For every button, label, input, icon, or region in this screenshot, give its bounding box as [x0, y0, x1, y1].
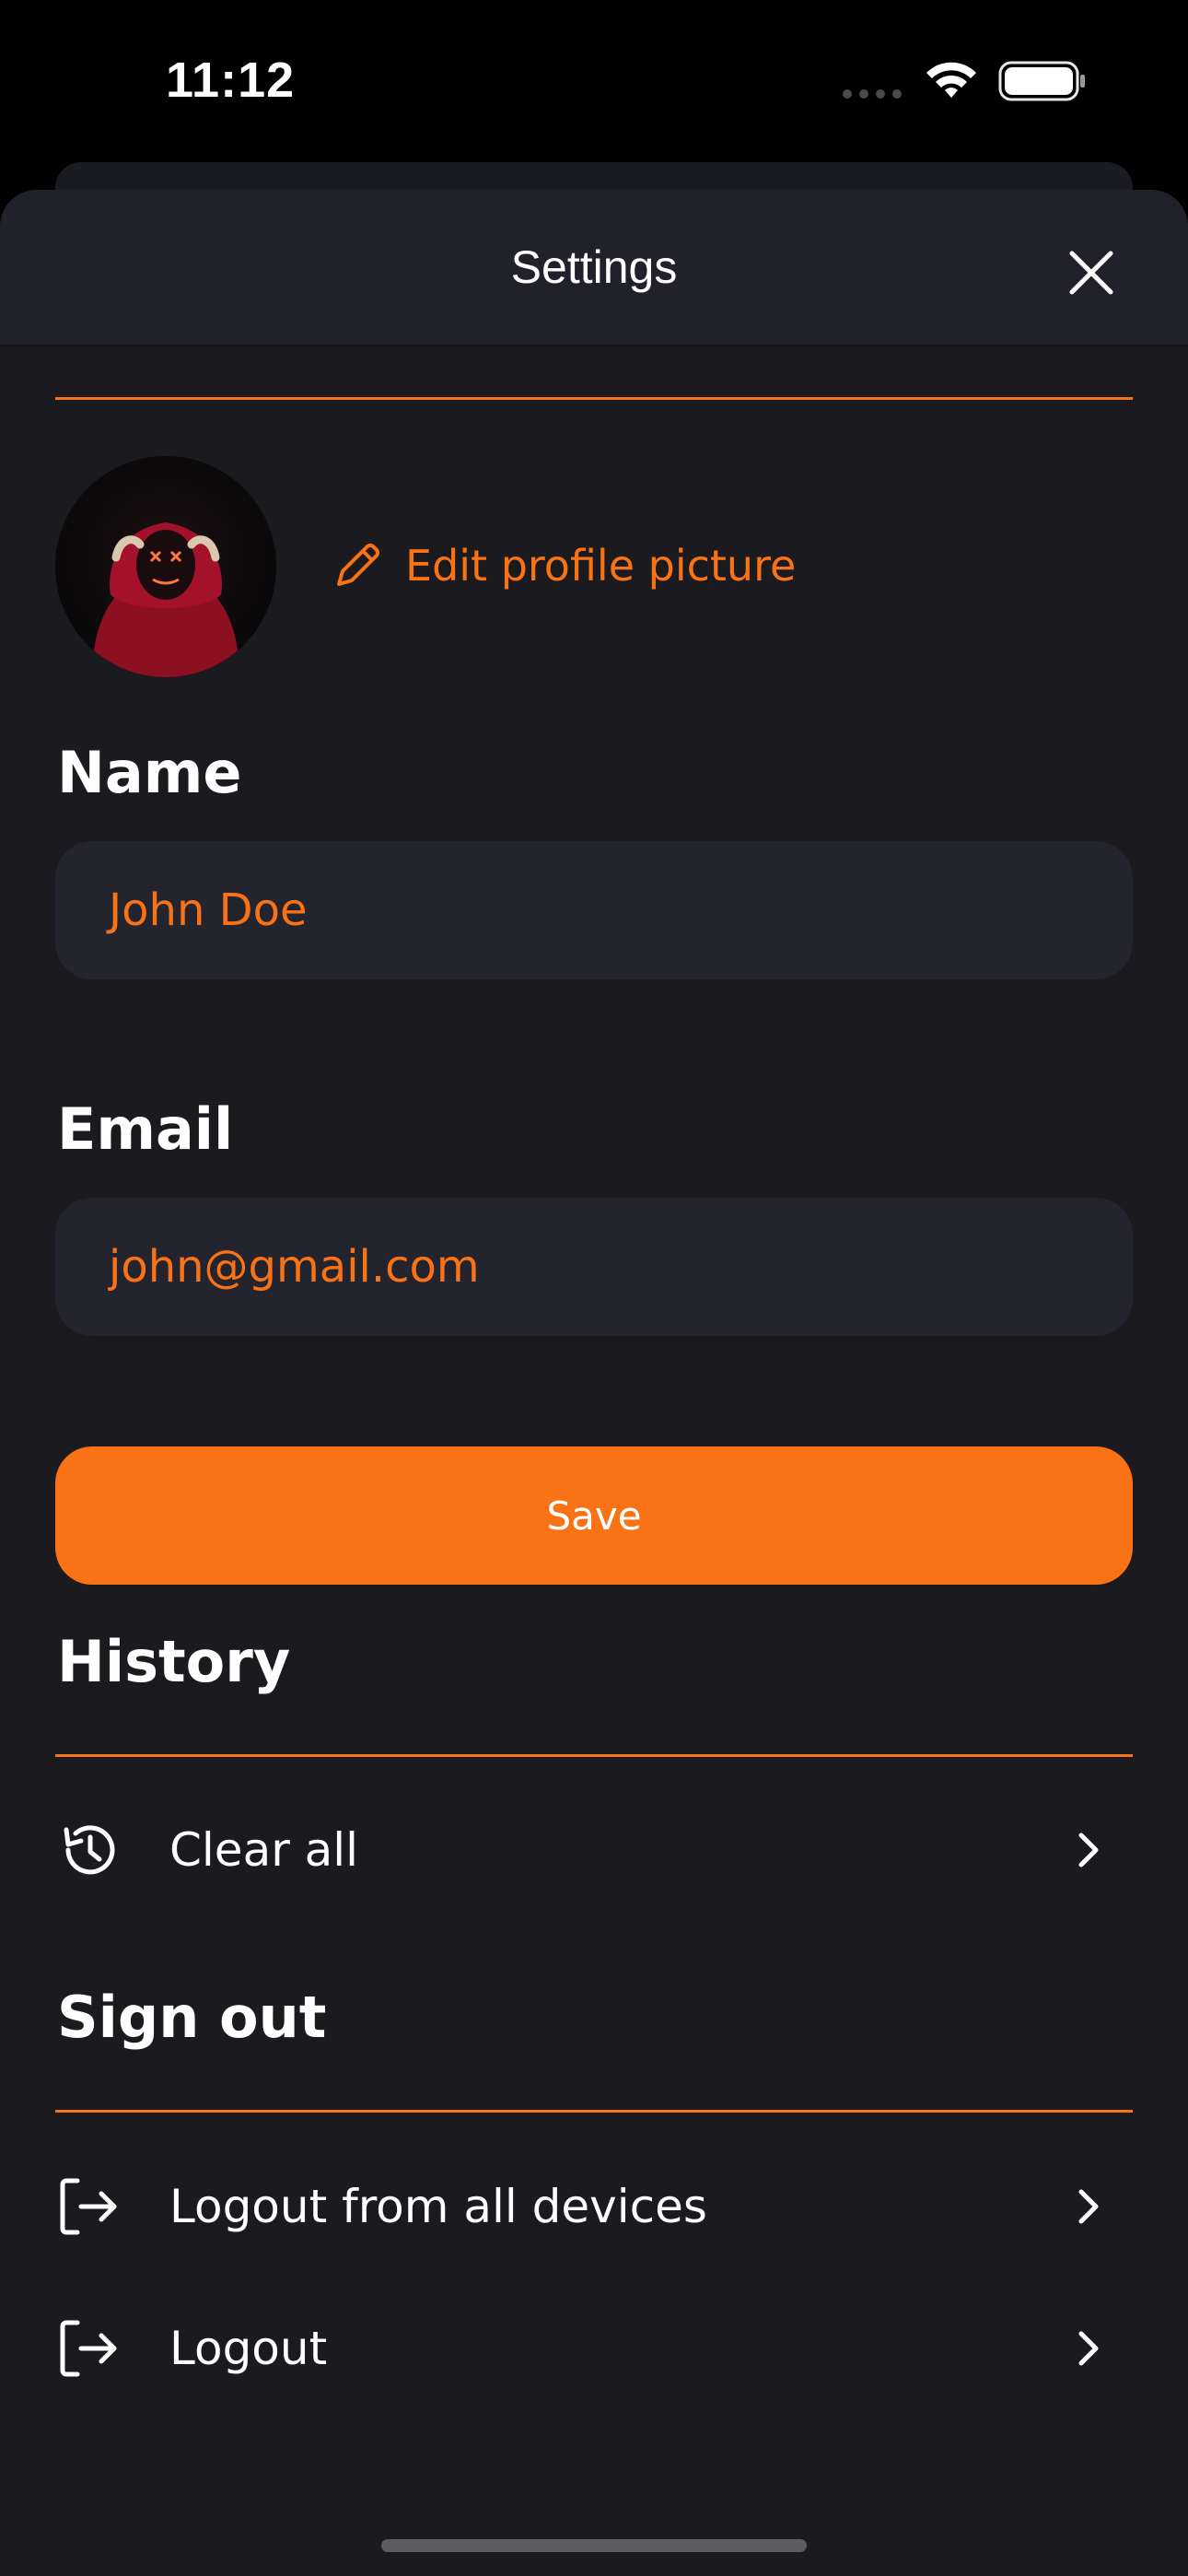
sign-out-title: Sign out	[57, 1984, 327, 2051]
logout-icon	[55, 2170, 129, 2243]
wifi-icon	[926, 62, 976, 98]
logout-icon	[55, 2312, 129, 2385]
avatar[interactable]	[55, 456, 276, 677]
profile-divider	[55, 397, 1133, 400]
history-divider	[55, 1754, 1133, 1757]
battery-icon	[998, 61, 1085, 101]
history-title: History	[57, 1628, 291, 1695]
history-icon	[55, 1813, 129, 1887]
close-icon	[1069, 251, 1113, 295]
logout-label: Logout	[169, 2322, 328, 2375]
home-indicator	[381, 2539, 807, 2552]
avatar-image	[55, 456, 276, 677]
screen: 11:12 Settings Edit profile picture Name…	[0, 0, 1188, 2576]
edit-profile-picture-button[interactable]: Edit profile picture	[330, 536, 796, 595]
logout-row[interactable]: Logout	[55, 2293, 1133, 2404]
clear-all-label: Clear all	[169, 1823, 359, 1877]
name-input[interactable]: John Doe	[55, 841, 1133, 979]
chevron-right-icon	[1061, 2179, 1116, 2234]
edit-profile-picture-label: Edit profile picture	[405, 541, 797, 591]
logout-all-devices-label: Logout from all devices	[169, 2180, 707, 2233]
pencil-icon	[337, 544, 379, 586]
chevron-right-icon	[1061, 2321, 1116, 2376]
email-label: Email	[57, 1095, 234, 1163]
status-bar: 11:12	[0, 0, 1188, 162]
chevron-right-icon	[1061, 1822, 1116, 1878]
save-button[interactable]: Save	[55, 1446, 1133, 1585]
logout-all-devices-row[interactable]: Logout from all devices	[55, 2151, 1133, 2262]
sheet-header: Settings	[0, 190, 1188, 346]
name-label: Name	[57, 739, 242, 806]
clear-all-row[interactable]: Clear all	[55, 1795, 1133, 1905]
sign-out-divider	[55, 2110, 1133, 2113]
close-button[interactable]	[1059, 240, 1124, 305]
email-input[interactable]: john@gmail.com	[55, 1198, 1133, 1336]
sheet-title: Settings	[510, 241, 678, 293]
cellular-signal-icon	[843, 89, 902, 99]
status-time: 11:12	[166, 53, 296, 108]
